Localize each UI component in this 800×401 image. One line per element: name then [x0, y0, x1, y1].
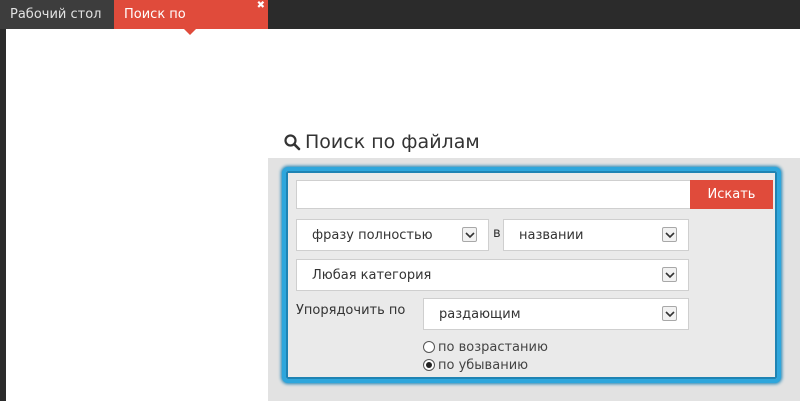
sort-descending-label: по убыванию — [438, 357, 529, 373]
sort-descending-option[interactable]: по убыванию — [423, 356, 528, 374]
chevron-down-icon[interactable] — [662, 227, 677, 242]
app-root: Рабочий стол Поиск по торрентам ✖ Поиск … — [0, 0, 800, 401]
match-mode-value: фразу полностью — [312, 227, 433, 243]
close-icon[interactable]: ✖ — [257, 1, 265, 11]
in-label: в — [493, 226, 501, 241]
search-in-select[interactable]: названии — [503, 219, 689, 251]
search-in-value: названии — [519, 227, 584, 243]
chevron-down-icon[interactable] — [662, 267, 677, 282]
sort-ascending-label: по возрастанию — [438, 339, 548, 355]
order-label: Упорядочить по — [296, 303, 406, 318]
left-sidebar-strip — [0, 29, 6, 401]
order-by-value: раздающим — [439, 306, 521, 322]
search-input[interactable] — [296, 180, 690, 209]
order-by-select[interactable]: раздающим — [423, 298, 689, 330]
sort-ascending-option[interactable]: по возрастанию — [423, 338, 548, 356]
chevron-down-icon[interactable] — [462, 227, 477, 242]
sort-ascending-radio[interactable] — [423, 341, 435, 353]
search-heading: Поиск по файлам — [283, 128, 480, 156]
page-title: Поиск по файлам — [305, 131, 480, 153]
tab-desktop[interactable]: Рабочий стол — [0, 0, 114, 29]
tab-torrent-search[interactable]: Поиск по торрентам ✖ — [114, 0, 268, 52]
chevron-down-icon[interactable] — [662, 306, 677, 321]
match-mode-select[interactable]: фразу полностью — [296, 219, 489, 251]
search-button[interactable]: Искать — [690, 180, 773, 209]
category-select[interactable]: Любая категория — [296, 259, 689, 291]
category-value: Любая категория — [312, 267, 432, 283]
tab-desktop-label: Рабочий стол — [10, 7, 102, 22]
sort-descending-radio[interactable] — [423, 359, 435, 371]
search-icon — [284, 134, 301, 151]
tab-bar: Рабочий стол Поиск по торрентам ✖ — [0, 0, 800, 52]
active-tab-pointer — [184, 29, 196, 35]
